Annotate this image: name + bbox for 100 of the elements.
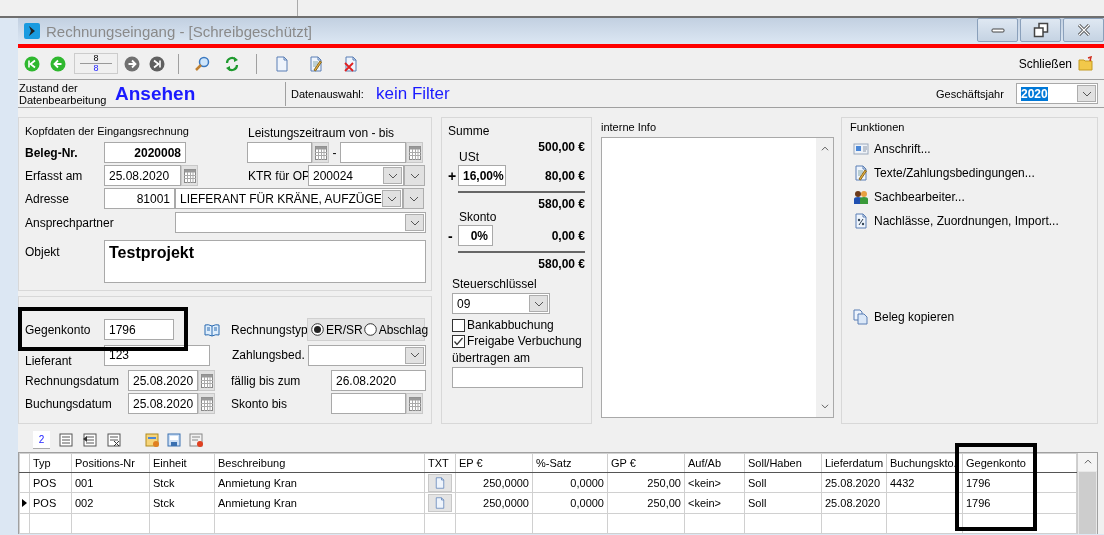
input-field[interactable]: 16,00% <box>458 165 506 186</box>
section-title: Summe <box>448 124 491 138</box>
scrollbar[interactable] <box>816 138 833 417</box>
combo-box[interactable]: 200024 <box>308 165 404 186</box>
combo-box[interactable]: 09 <box>452 293 550 314</box>
dropdown-button[interactable] <box>382 190 401 207</box>
dropdown-button[interactable] <box>405 214 424 231</box>
radio-button[interactable] <box>363 323 377 336</box>
column-header[interactable]: Buchungskto. <box>886 453 963 473</box>
form-save-icon[interactable] <box>166 432 182 448</box>
chevron-down-icon[interactable] <box>819 401 830 411</box>
table-cell: Anmietung Kran <box>218 497 297 509</box>
year-dropdown[interactable]: 2020 <box>1016 83 1098 104</box>
column-header[interactable]: Auf/Ab <box>684 453 745 473</box>
dropdown-button[interactable] <box>383 167 402 184</box>
list-insert-icon[interactable] <box>82 432 98 448</box>
function-link[interactable]: Beleg kopieren <box>874 310 955 324</box>
function-link[interactable]: Nachlässe, Zuordnungen, Import... <box>874 214 1059 228</box>
input-field[interactable]: 0% <box>458 225 493 246</box>
record-total: 8 <box>93 64 99 73</box>
book-icon <box>204 321 220 338</box>
document-button[interactable] <box>428 494 452 512</box>
document-icon <box>434 475 446 490</box>
column-header[interactable]: GP € <box>607 453 685 473</box>
filter-label: Datenauswahl: <box>291 87 365 100</box>
new-document-icon[interactable] <box>274 55 290 72</box>
checkbox-label[interactable]: Freigabe Verbuchung <box>467 334 582 348</box>
dropdown-button[interactable] <box>405 346 424 364</box>
list-icon[interactable] <box>58 432 74 448</box>
row-header[interactable] <box>19 492 30 514</box>
input-field[interactable] <box>340 142 406 163</box>
column-header[interactable]: Beschreibung <box>214 453 425 473</box>
calendar-button[interactable] <box>198 370 215 391</box>
chevron-up-icon[interactable] <box>819 144 830 154</box>
form-delete-icon[interactable] <box>188 432 204 448</box>
row-header[interactable] <box>19 472 30 493</box>
column-header[interactable]: Einheit <box>149 453 215 473</box>
field-label: fällig bis zum <box>231 373 302 388</box>
delete-document-icon[interactable] <box>343 55 359 72</box>
field-label: Steuerschlüssel <box>452 277 538 291</box>
first-record-icon[interactable] <box>24 55 40 72</box>
input-field[interactable] <box>331 393 406 414</box>
field-label: übertragen am <box>452 351 532 365</box>
calendar-button[interactable] <box>312 142 329 163</box>
restore-button[interactable] <box>1020 18 1061 42</box>
edit-document-icon[interactable] <box>308 55 324 72</box>
amount-value: 580,00 € <box>537 257 585 271</box>
checkbox[interactable] <box>452 334 465 348</box>
document-button[interactable] <box>428 473 452 492</box>
calendar-button[interactable] <box>406 393 423 414</box>
column-header[interactable]: TXT <box>424 453 456 473</box>
folder-icon[interactable] <box>1078 55 1094 72</box>
input-field[interactable]: 26.08.2020 <box>331 370 426 391</box>
dropdown-button[interactable] <box>1077 85 1096 102</box>
refresh-icon[interactable] <box>224 55 240 72</box>
column-header[interactable]: Gegenkonto <box>962 453 1077 473</box>
function-link[interactable]: Sachbearbeiter... <box>874 190 965 204</box>
form-add-icon[interactable] <box>144 432 160 448</box>
input-field[interactable]: 2020008 <box>104 142 186 163</box>
field-label: Rechnungsdatum <box>25 373 121 388</box>
input-field[interactable]: 1796 <box>104 319 174 340</box>
dropdown-button[interactable] <box>529 295 548 312</box>
column-header[interactable]: Typ <box>29 453 72 473</box>
field-label: Adresse <box>25 191 71 206</box>
text-area[interactable]: Testprojekt <box>104 240 426 283</box>
table-cell: Soll <box>748 476 767 489</box>
close-link[interactable]: Schließen <box>1018 56 1072 71</box>
combo-box[interactable]: LIEFERANT FÜR KRÄNE, AUFZÜGE <box>175 188 403 209</box>
previous-icon[interactable] <box>50 55 66 72</box>
column-header[interactable]: Soll/Haben <box>744 453 822 473</box>
input-field[interactable]: 25.08.2020 <box>128 393 198 414</box>
input-field[interactable]: 81001 <box>104 188 175 209</box>
column-header[interactable]: EP € <box>455 453 533 473</box>
radio-label[interactable]: Abschlag <box>378 322 429 337</box>
scrollbar[interactable] <box>1077 453 1097 534</box>
input-field[interactable] <box>452 367 583 388</box>
column-header[interactable]: Lieferdatum <box>821 453 887 473</box>
function-link[interactable]: Anschrift... <box>874 142 931 156</box>
table-cell: 250,0000 <box>483 497 529 509</box>
calendar-button[interactable] <box>198 393 215 414</box>
chevron-up-icon[interactable] <box>1082 457 1093 467</box>
radio-button[interactable] <box>311 323 324 336</box>
checkbox[interactable] <box>452 318 465 332</box>
list-delete-icon[interactable] <box>106 432 122 448</box>
input-field[interactable]: 25.08.2020 <box>128 370 198 391</box>
calendar-button[interactable] <box>406 142 423 163</box>
input-field[interactable]: 25.08.2020 <box>104 165 181 186</box>
function-link[interactable]: Texte/Zahlungsbedingungen... <box>874 166 1035 180</box>
field-label: Ansprechpartner <box>25 215 115 230</box>
chevron-down-icon <box>409 352 420 358</box>
next-icon[interactable] <box>124 55 140 72</box>
input-field[interactable] <box>247 142 312 163</box>
column-header[interactable]: Positions-Nr <box>71 453 150 473</box>
copy-document-icon <box>853 309 869 325</box>
checkbox-label[interactable]: Bankabbuchung <box>467 318 554 332</box>
calendar-button[interactable] <box>181 165 198 186</box>
section-title: Kopfdaten der Eingangsrechnung <box>25 125 190 137</box>
last-record-icon[interactable] <box>149 55 165 72</box>
search-icon[interactable] <box>194 55 210 72</box>
column-header[interactable]: %-Satz <box>532 453 608 473</box>
